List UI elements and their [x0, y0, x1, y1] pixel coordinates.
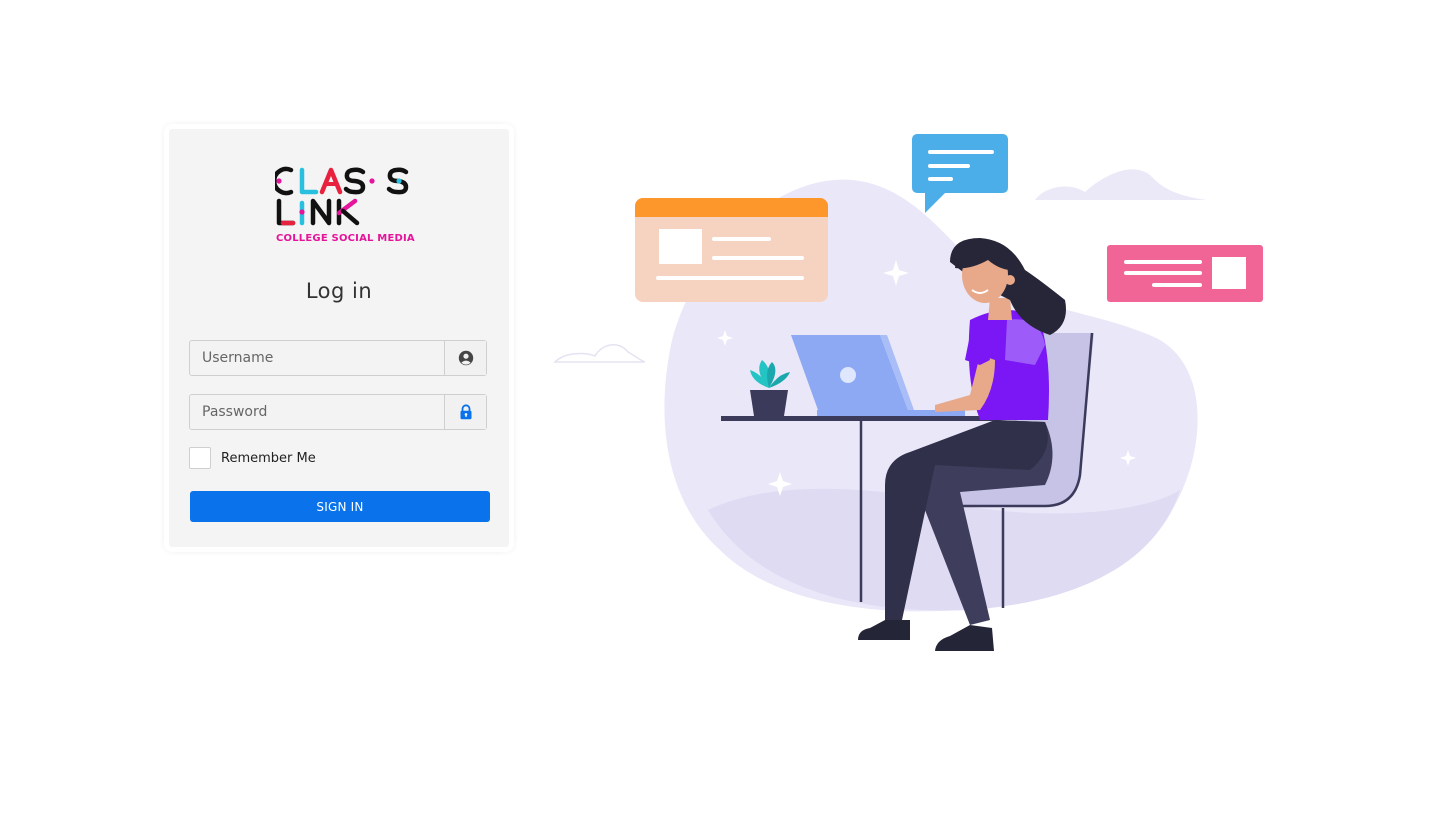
logo-wordmark [272, 166, 409, 226]
remember-me-label[interactable]: Remember Me [221, 451, 316, 466]
login-page: COLLEGE SOCIAL MEDIA Log in Username Rem… [0, 0, 1437, 814]
class-link-logo: COLLEGE SOCIAL MEDIA [272, 165, 415, 247]
username-addon [444, 341, 486, 375]
password-field [189, 394, 487, 430]
login-panel: COLLEGE SOCIAL MEDIA Log in Username Rem… [169, 129, 509, 547]
username-input[interactable] [190, 341, 444, 375]
remember-me-checkbox[interactable] [189, 447, 211, 469]
lock-icon [460, 404, 471, 420]
username-field [189, 340, 487, 376]
login-card: COLLEGE SOCIAL MEDIA Log in Username Rem… [164, 124, 514, 552]
password-input[interactable] [190, 395, 444, 429]
remember-me: Remember Me [189, 447, 316, 469]
person-at-laptop-illustration [553, 134, 1263, 651]
page-title: Log in [305, 279, 373, 303]
password-addon [444, 395, 486, 429]
user-circle-icon [458, 350, 473, 366]
sign-in-button[interactable]: SIGN IN [190, 491, 490, 522]
logo-tagline: COLLEGE SOCIAL MEDIA [276, 233, 415, 244]
